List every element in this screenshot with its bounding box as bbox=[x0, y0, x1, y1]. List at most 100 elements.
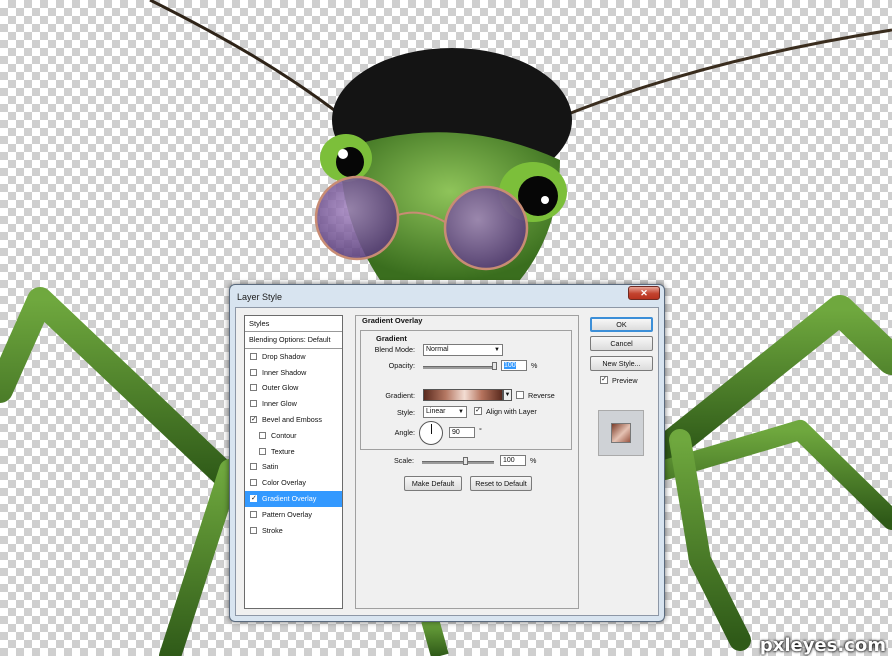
angle-value: 90 bbox=[452, 429, 460, 436]
style-list-item[interactable]: Color Overlay bbox=[245, 475, 342, 491]
dialog-titlebar[interactable]: Layer Style ✕ bbox=[230, 285, 664, 307]
angle-input[interactable]: 90 bbox=[449, 427, 475, 438]
style-checkbox[interactable] bbox=[259, 431, 266, 439]
preview-swatch bbox=[611, 423, 631, 443]
chevron-down-icon: ▼ bbox=[458, 409, 464, 415]
style-list-item[interactable]: Contour bbox=[245, 428, 342, 444]
close-button[interactable]: ✕ bbox=[628, 286, 660, 300]
align-with-layer-label: Align with Layer bbox=[486, 407, 537, 416]
preview-checkbox[interactable]: ✓ bbox=[600, 376, 608, 384]
gradient-dropdown-button[interactable]: ▼ bbox=[503, 389, 512, 401]
leg-left-bottom bbox=[159, 459, 241, 656]
reset-to-default-button[interactable]: Reset to Default bbox=[470, 476, 532, 491]
angle-dial[interactable] bbox=[419, 421, 443, 445]
chevron-down-icon: ▼ bbox=[504, 392, 511, 398]
blend-mode-label: Blend Mode: bbox=[374, 345, 415, 354]
styles-list-header[interactable]: Styles bbox=[245, 316, 342, 332]
scale-slider-track[interactable] bbox=[422, 461, 494, 464]
style-label: Style: bbox=[397, 408, 415, 417]
check-icon: ✓ bbox=[601, 376, 607, 383]
opacity-value: 100 bbox=[504, 362, 516, 369]
close-icon: ✕ bbox=[640, 288, 648, 298]
style-list-label: Inner Shadow bbox=[262, 367, 307, 377]
dialog-title: Layer Style bbox=[237, 292, 283, 302]
leg-left-upper bbox=[0, 287, 243, 493]
cancel-button[interactable]: Cancel bbox=[590, 336, 653, 351]
opacity-label: Opacity: bbox=[388, 361, 415, 370]
preview-label: Preview bbox=[612, 376, 638, 385]
style-value: Linear bbox=[426, 408, 446, 415]
style-checkbox[interactable]: ✓ bbox=[250, 415, 257, 423]
opacity-input[interactable]: 100 bbox=[501, 360, 527, 371]
style-list-label: Contour bbox=[271, 430, 297, 440]
ok-button[interactable]: OK bbox=[590, 317, 653, 332]
site-watermark: pxleyes.com bbox=[759, 635, 886, 656]
glasses-lens-right bbox=[443, 185, 529, 271]
style-list-label: Outer Glow bbox=[262, 383, 299, 393]
check-icon: ✓ bbox=[475, 407, 481, 414]
blending-options-item[interactable]: Blending Options: Default bbox=[245, 332, 342, 349]
style-checkbox[interactable] bbox=[250, 479, 257, 487]
style-list-item[interactable]: Outer Glow bbox=[245, 380, 342, 396]
style-checkbox[interactable] bbox=[250, 352, 257, 360]
style-list-label: Gradient Overlay bbox=[262, 493, 317, 503]
leg-bottom-center bbox=[421, 617, 449, 656]
opacity-slider-track[interactable] bbox=[423, 366, 495, 369]
blend-mode-value: Normal bbox=[426, 346, 449, 353]
new-style-button[interactable]: New Style... bbox=[590, 356, 653, 371]
gradient-swatch[interactable] bbox=[423, 389, 503, 401]
style-list-label: Color Overlay bbox=[262, 478, 306, 488]
style-list-label: Drop Shadow bbox=[262, 351, 306, 361]
blend-mode-select[interactable]: Normal ▼ bbox=[423, 344, 503, 356]
style-list-item[interactable]: Texture bbox=[245, 444, 342, 460]
style-checkbox[interactable] bbox=[250, 400, 257, 408]
dialog-client: Styles Blending Options: Default Drop Sh… bbox=[235, 307, 659, 616]
reverse-label: Reverse bbox=[528, 391, 555, 400]
style-list-item[interactable]: Pattern Overlay bbox=[245, 507, 342, 523]
style-list-label: Inner Glow bbox=[262, 399, 297, 409]
scale-slider-thumb[interactable] bbox=[463, 457, 468, 465]
opacity-slider-thumb[interactable] bbox=[492, 362, 497, 370]
scale-percent: % bbox=[530, 456, 537, 465]
gradient-label: Gradient: bbox=[385, 391, 415, 400]
angle-label: Angle: bbox=[394, 428, 415, 437]
style-checkbox[interactable] bbox=[259, 447, 266, 455]
style-checkbox[interactable]: ✓ bbox=[250, 494, 257, 502]
style-checkbox[interactable] bbox=[250, 368, 257, 376]
scale-input[interactable]: 100 bbox=[500, 455, 526, 466]
style-list-label: Texture bbox=[271, 446, 295, 456]
gradient-subgroup-title: Gradient bbox=[376, 334, 407, 343]
scale-label: Scale: bbox=[394, 456, 414, 465]
styles-list: Styles Blending Options: Default Drop Sh… bbox=[244, 315, 343, 609]
align-with-layer-checkbox[interactable]: ✓ bbox=[474, 407, 482, 415]
style-checkbox[interactable] bbox=[250, 384, 257, 392]
style-preview bbox=[598, 410, 644, 456]
style-checkbox[interactable] bbox=[250, 463, 257, 471]
style-list-label: Pattern Overlay bbox=[262, 509, 312, 519]
style-list-label: Bevel and Emboss bbox=[262, 414, 322, 424]
style-list-item[interactable]: Satin bbox=[245, 459, 342, 475]
style-list-item[interactable]: Inner Shadow bbox=[245, 365, 342, 381]
style-list-item[interactable]: Inner Glow bbox=[245, 396, 342, 412]
style-select[interactable]: Linear ▼ bbox=[423, 406, 467, 418]
degree-symbol: ° bbox=[479, 426, 482, 435]
style-checkbox[interactable] bbox=[250, 510, 257, 518]
gradient-subgroup: Gradient Blend Mode: Normal ▼ Opacity: 1… bbox=[360, 330, 572, 450]
glasses-lens-left bbox=[314, 175, 400, 261]
style-list-item[interactable]: Stroke bbox=[245, 523, 342, 539]
make-default-button[interactable]: Make Default bbox=[404, 476, 462, 491]
chevron-down-icon: ▼ bbox=[494, 347, 500, 353]
style-list-item[interactable]: Drop Shadow bbox=[245, 349, 342, 365]
style-checkbox[interactable] bbox=[250, 526, 257, 534]
style-list-label: Stroke bbox=[262, 525, 283, 535]
opacity-percent: % bbox=[531, 361, 538, 370]
reverse-checkbox[interactable] bbox=[516, 391, 524, 399]
layer-style-dialog: Layer Style ✕ Styles Blending Options: D… bbox=[229, 284, 665, 622]
gradient-overlay-group: Gradient Overlay Gradient Blend Mode: No… bbox=[355, 315, 579, 609]
leg-right-foreleg bbox=[669, 429, 751, 651]
style-list-label: Satin bbox=[262, 462, 279, 472]
style-list-item[interactable]: ✓ Gradient Overlay bbox=[245, 490, 342, 507]
scale-value: 100 bbox=[503, 457, 515, 464]
group-title: Gradient Overlay bbox=[362, 316, 423, 325]
style-list-item[interactable]: ✓ Bevel and Emboss bbox=[245, 412, 342, 428]
